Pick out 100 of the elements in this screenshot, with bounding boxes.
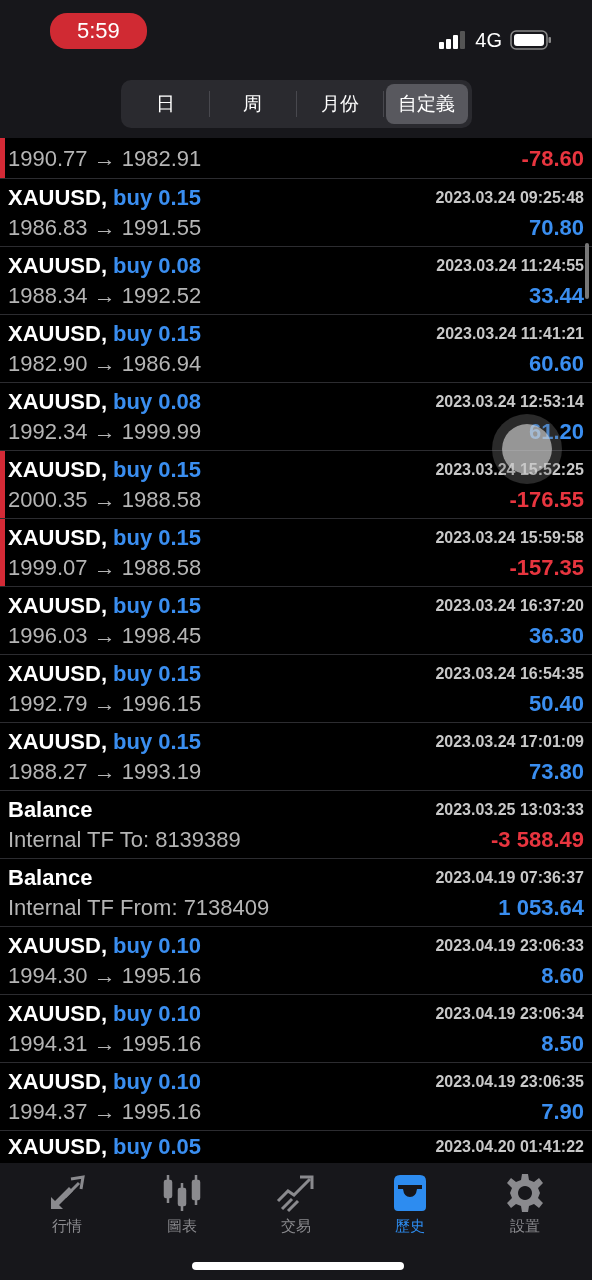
- profit-value: -78.60: [521, 146, 584, 172]
- period-tab[interactable]: 月份: [298, 84, 381, 124]
- symbol-label: Balance: [8, 865, 93, 891]
- history-row[interactable]: 1990.77 → 1982.91 -78.60: [0, 138, 592, 179]
- period-tab[interactable]: 自定義: [385, 84, 468, 124]
- price-range: 1982.90 → 1986.94: [8, 351, 202, 377]
- order-side: buy 0.05: [113, 1134, 202, 1160]
- signal-icon: [439, 31, 468, 49]
- settings-icon: [504, 1173, 545, 1213]
- history-row[interactable]: Balance 2023.03.25 13:03:33 Internal TF To: 8139389 -3 588.49: [0, 791, 592, 859]
- symbol-label: XAUUSD,: [8, 389, 107, 415]
- deal-time: 2023.04.20 01:41:22: [435, 1138, 584, 1156]
- price-range: 1992.34 → 1999.99: [8, 419, 202, 445]
- symbol-label: XAUUSD,: [8, 661, 107, 687]
- order-side: buy 0.10: [113, 1001, 202, 1027]
- price-range: 1994.31 → 1995.16: [8, 1031, 202, 1057]
- battery-icon: [510, 30, 552, 50]
- symbol-label: Balance: [8, 797, 93, 823]
- deal-time: 2023.03.24 16:37:20: [435, 597, 584, 615]
- profit-value: 8.50: [541, 1031, 584, 1057]
- deal-time: 2023.04.19 23:06:34: [435, 1005, 584, 1023]
- history-row[interactable]: XAUUSD, buy 0.10 2023.04.19 23:06:34 1994.31 → 1995.16 8.50: [0, 995, 592, 1063]
- symbol-label: XAUUSD,: [8, 1134, 107, 1160]
- price-range: Internal TF To: 8139389: [8, 827, 241, 853]
- symbol-label: XAUUSD,: [8, 1069, 107, 1095]
- price-range: 1990.77 → 1982.91: [8, 146, 202, 172]
- nav-tab[interactable]: 行情: [17, 1173, 118, 1249]
- history-row[interactable]: XAUUSD, buy 0.15 2023.03.24 11:41:21 1982.90 → 1986.94 60.60: [0, 315, 592, 383]
- profit-value: 36.30: [528, 623, 584, 649]
- deal-time: 2023.03.24 11:24:55: [436, 257, 584, 275]
- deal-time: 2023.04.19 07:36:37: [435, 869, 584, 887]
- price-range: 1994.30 → 1995.16: [8, 963, 202, 989]
- order-side: buy 0.10: [113, 1069, 202, 1095]
- symbol-label: XAUUSD,: [8, 593, 107, 619]
- profit-value: -157.35: [509, 555, 584, 581]
- deal-time: 2023.03.24 17:01:09: [435, 733, 584, 751]
- candlestick-icon: [161, 1173, 202, 1213]
- history-row[interactable]: XAUUSD, buy 0.05 2023.04.20 01:41:22: [0, 1131, 592, 1163]
- symbol-label: XAUUSD,: [8, 321, 107, 347]
- symbol-label: XAUUSD,: [8, 729, 107, 755]
- history-row[interactable]: XAUUSD, buy 0.10 2023.04.19 23:06:33 1994.30 → 1995.16 8.60: [0, 927, 592, 995]
- deal-time: 2023.03.24 15:59:58: [435, 529, 584, 547]
- status-time: 5:59: [50, 13, 147, 49]
- deal-time: 2023.03.25 13:03:33: [435, 801, 584, 819]
- symbol-label: XAUUSD,: [8, 1001, 107, 1027]
- deal-time: 2023.03.24 12:53:14: [435, 393, 584, 411]
- order-side: buy 0.15: [113, 457, 202, 483]
- order-side: buy 0.15: [113, 321, 202, 347]
- price-range: 1988.34 → 1992.52: [8, 283, 202, 309]
- order-side: buy 0.15: [113, 729, 202, 755]
- history-row[interactable]: XAUUSD, buy 0.15 2023.03.24 16:37:20 1996.03 → 1998.45 36.30: [0, 587, 592, 655]
- profit-value: 7.90: [541, 1099, 584, 1125]
- nav-tab[interactable]: 歷史: [360, 1173, 461, 1249]
- profit-value: 8.60: [541, 963, 584, 989]
- history-row[interactable]: XAUUSD, buy 0.15 2023.03.24 09:25:48 1986.83 → 1991.55 70.80: [0, 179, 592, 247]
- order-side: buy 0.10: [113, 933, 202, 959]
- network-label: 4G: [475, 28, 502, 52]
- profit-value: 73.80: [528, 759, 584, 785]
- history-row[interactable]: XAUUSD, buy 0.15 2023.03.24 17:01:09 1988.27 → 1993.19 73.80: [0, 723, 592, 791]
- order-side: buy 0.08: [113, 389, 202, 415]
- deal-time: 2023.04.19 23:06:35: [435, 1073, 584, 1091]
- symbol-label: XAUUSD,: [8, 525, 107, 551]
- price-range: 1994.37 → 1995.16: [8, 1099, 202, 1125]
- profit-value: 60.60: [528, 351, 584, 377]
- nav-tab[interactable]: 圖表: [131, 1173, 232, 1249]
- price-range: Internal TF From: 7138409: [8, 895, 270, 921]
- order-side: buy 0.08: [113, 253, 202, 279]
- trend-arrow-icon: [275, 1173, 316, 1213]
- symbol-label: XAUUSD,: [8, 253, 107, 279]
- deal-time: 2023.03.24 16:54:35: [435, 665, 584, 683]
- profit-value: 70.80: [528, 215, 584, 241]
- period-tab[interactable]: 日: [124, 84, 207, 124]
- symbol-label: XAUUSD,: [8, 457, 107, 483]
- scroll-indicator: [585, 243, 589, 299]
- history-row[interactable]: XAUUSD, buy 0.15 2023.03.24 15:59:58 1999.07 → 1988.58 -157.35: [0, 519, 592, 587]
- profit-value: 33.44: [528, 283, 584, 309]
- price-range: 1999.07 → 1988.58: [8, 555, 202, 581]
- price-range: 1986.83 → 1991.55: [8, 215, 202, 241]
- deal-time: 2023.03.24 11:41:21: [436, 325, 584, 343]
- order-side: buy 0.15: [113, 661, 202, 687]
- order-side: buy 0.15: [113, 525, 202, 551]
- price-range: 2000.35 → 1988.58: [8, 487, 202, 513]
- symbol-label: XAUUSD,: [8, 933, 107, 959]
- nav-tab[interactable]: 設置: [474, 1173, 575, 1249]
- period-tab[interactable]: 周: [211, 84, 294, 124]
- order-side: buy 0.15: [113, 593, 202, 619]
- profit-value: 50.40: [528, 691, 584, 717]
- history-row[interactable]: Balance 2023.04.19 07:36:37 Internal TF From: 7138409 1 053.64: [0, 859, 592, 927]
- symbol-label: XAUUSD,: [8, 185, 107, 211]
- price-range: 1996.03 → 1998.45: [8, 623, 202, 649]
- deal-time: 2023.04.19 23:06:33: [435, 937, 584, 955]
- deal-time: 2023.03.24 09:25:48: [435, 189, 584, 207]
- price-range: 1988.27 → 1993.19: [8, 759, 202, 785]
- profit-value: -176.55: [509, 487, 584, 513]
- price-range: 1992.79 → 1996.15: [8, 691, 202, 717]
- profit-value: 1 053.64: [498, 895, 584, 921]
- history-row[interactable]: XAUUSD, buy 0.15 2023.03.24 16:54:35 1992.79 → 1996.15 50.40: [0, 655, 592, 723]
- order-side: buy 0.15: [113, 185, 202, 211]
- nav-tab[interactable]: 交易: [245, 1173, 346, 1249]
- profit-value: -3 588.49: [491, 827, 584, 853]
